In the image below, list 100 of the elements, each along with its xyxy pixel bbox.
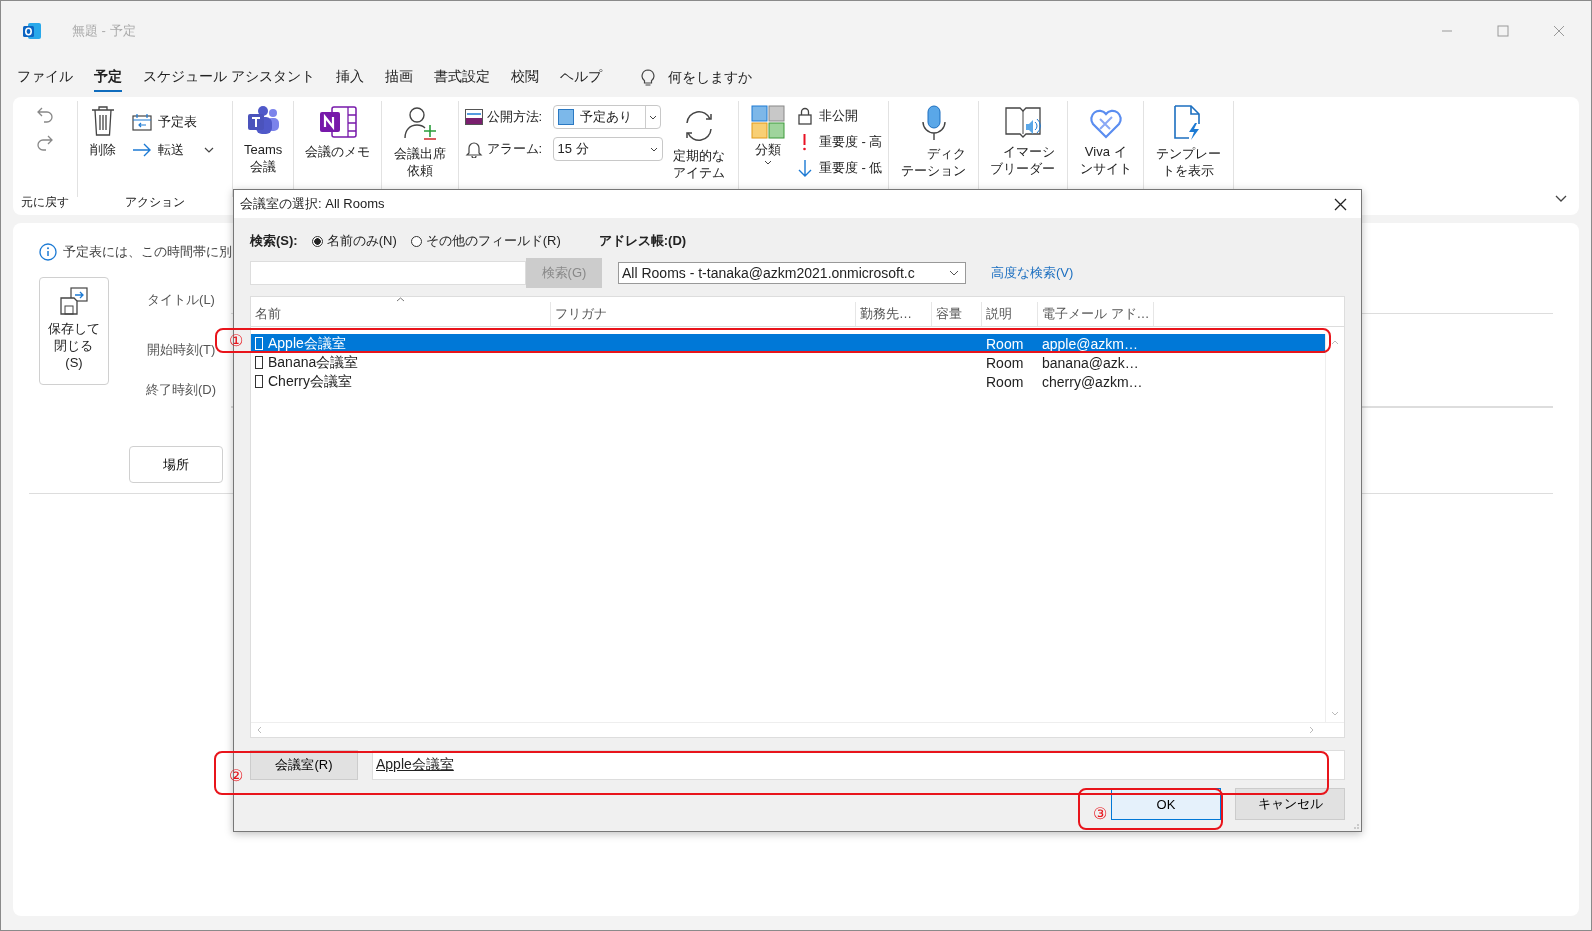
delete-button[interactable]: 削除 xyxy=(84,101,122,162)
microphone-icon xyxy=(919,105,948,141)
rooms-button[interactable]: 会議室(R) xyxy=(250,750,358,780)
menu-tab[interactable]: 描画 xyxy=(384,64,413,92)
caret-icon xyxy=(763,160,772,165)
room-name: Banana会議室 xyxy=(268,353,359,372)
radio-option[interactable]: その他のフィールド(R) xyxy=(410,232,561,250)
table-cell-text: Room xyxy=(985,373,1025,390)
table-cell-text: Room xyxy=(985,335,1025,352)
tell-me-search[interactable]: 何をしますか xyxy=(667,69,752,87)
field-label: 終了時刻(D) xyxy=(144,381,217,399)
category-grid-icon xyxy=(750,105,785,139)
search-field[interactable] xyxy=(250,261,526,285)
callout-number: ① xyxy=(229,333,243,349)
menu-tab[interactable]: 予定 xyxy=(94,64,122,92)
recurrence-button[interactable]: 定期的なアイテム xyxy=(666,105,732,185)
immersive-reader-button[interactable]: イマーシブリーダー xyxy=(983,101,1063,181)
low-importance-button[interactable]: 重要度 - 低 xyxy=(796,159,883,177)
app-logo-icon xyxy=(22,21,42,41)
lock-icon xyxy=(796,107,813,125)
room-row[interactable]: Banana会議室 Room banana@azk… xyxy=(251,353,1325,372)
cancel-button[interactable]: キャンセル xyxy=(1235,788,1345,820)
reminder-dropdown[interactable]: 15 分 xyxy=(552,137,663,161)
reminder-label: アラーム: xyxy=(486,140,544,158)
column-header[interactable]: フリガナ xyxy=(551,302,856,326)
save-icon xyxy=(59,286,89,316)
group-label: アクション xyxy=(124,194,186,211)
group-label: 元に戻す xyxy=(20,194,70,211)
column-header[interactable]: 電子メール アド… xyxy=(1038,302,1154,326)
table-cell-text: apple@azkm… xyxy=(1041,335,1139,352)
meeting-notes-button[interactable]: 会議のメモ xyxy=(299,101,377,164)
room-icon xyxy=(255,375,263,388)
callout-number: ② xyxy=(229,768,243,784)
menu-tab[interactable]: スケジュール アシスタント xyxy=(143,64,315,92)
column-header[interactable]: 勤務先… xyxy=(856,302,932,326)
lightbulb-icon xyxy=(640,69,655,87)
teams-meeting-button[interactable]: Teams 会議 xyxy=(238,101,289,179)
show-as-dropdown[interactable]: 予定あり xyxy=(552,105,661,129)
person-add-icon xyxy=(401,105,438,141)
notebook-icon xyxy=(317,105,358,139)
calendar-button[interactable]: 予定表 xyxy=(132,113,214,131)
table-cell-text: cherry@azkm… xyxy=(1041,373,1144,390)
address-book-dropdown[interactable]: All Rooms - t-tanaka@azkm2021.onmicrosoft.c xyxy=(618,262,966,284)
dialog-title: 会議室の選択: All Rooms xyxy=(240,195,385,213)
menu-tab[interactable]: 校閲 xyxy=(510,64,539,92)
scroll-left-icon[interactable] xyxy=(257,726,262,734)
radio-option[interactable]: 名前のみ(N) xyxy=(311,232,397,250)
high-importance-button[interactable]: 重要度 - 高 xyxy=(796,133,883,151)
menu-tab[interactable]: ファイル xyxy=(17,64,73,92)
advanced-search-link[interactable]: 高度な検索(V) xyxy=(991,264,1074,282)
resize-grip-icon xyxy=(1351,821,1359,829)
rooms-field[interactable]: Apple会議室 xyxy=(372,750,1345,780)
table-cell-text: Room xyxy=(985,354,1025,371)
menu-tab[interactable]: 挿入 xyxy=(335,64,364,92)
column-header[interactable]: 名前 xyxy=(251,302,551,326)
dictate-button[interactable]: ディクテーション xyxy=(894,101,973,183)
room-row[interactable]: Cherry会議室 Room cherry@azkm… xyxy=(251,372,1325,391)
room-name: Cherry会議室 xyxy=(268,372,352,391)
teams-icon xyxy=(246,105,281,137)
info-message: 予定表には、この時間帯に別 xyxy=(63,243,232,261)
exclamation-icon xyxy=(803,133,807,151)
view-templates-button[interactable]: テンプレートを表示 xyxy=(1149,101,1228,183)
meeting-request-button[interactable]: 会議出席依頼 xyxy=(387,101,453,183)
column-header[interactable]: 説明 xyxy=(982,302,1038,326)
maximize-icon[interactable] xyxy=(1497,25,1509,37)
caret-icon[interactable] xyxy=(204,147,214,153)
menu-tab[interactable]: 書式設定 xyxy=(433,64,490,92)
info-icon xyxy=(39,243,57,261)
collapse-ribbon-icon[interactable] xyxy=(1555,195,1567,203)
categorize-button[interactable]: 分類 xyxy=(744,101,791,169)
calendar-icon xyxy=(132,113,152,131)
sort-caret-icon xyxy=(396,297,405,302)
address-book-label: アドレス帳:(D) xyxy=(598,232,687,250)
search-label: 検索(S): xyxy=(250,232,298,250)
field-label: 開始時刻(T) xyxy=(145,341,217,359)
scroll-up-icon[interactable] xyxy=(1331,340,1339,345)
save-close-button[interactable]: 保存して閉じる(S) xyxy=(39,277,109,385)
close-icon[interactable] xyxy=(1334,197,1347,211)
column-header[interactable]: 容量 xyxy=(932,302,982,326)
viva-insights-button[interactable]: Viva インサイト xyxy=(1073,101,1139,181)
menu-tab[interactable]: ヘルプ xyxy=(559,64,602,92)
bell-icon xyxy=(464,140,483,158)
scroll-down-icon[interactable] xyxy=(1331,711,1339,716)
room-icon xyxy=(255,337,263,350)
undo-icon[interactable] xyxy=(36,105,54,123)
location-button[interactable]: 場所 xyxy=(129,446,223,483)
book-speaker-icon xyxy=(1003,105,1042,139)
trash-icon xyxy=(90,105,116,137)
arrow-down-icon xyxy=(796,159,813,177)
private-button[interactable]: 非公開 xyxy=(796,107,883,125)
redo-icon[interactable] xyxy=(36,133,54,151)
show-as-label: 公開方法: xyxy=(486,108,544,126)
caret-icon xyxy=(648,114,657,120)
forward-button[interactable]: 転送 xyxy=(132,141,214,159)
room-icon xyxy=(255,356,263,369)
busy-status-icon xyxy=(464,109,483,125)
caret-icon xyxy=(949,270,959,276)
scroll-right-icon[interactable] xyxy=(1309,726,1314,734)
table-cell-text: banana@azk… xyxy=(1041,354,1140,371)
caret-icon xyxy=(649,146,658,152)
